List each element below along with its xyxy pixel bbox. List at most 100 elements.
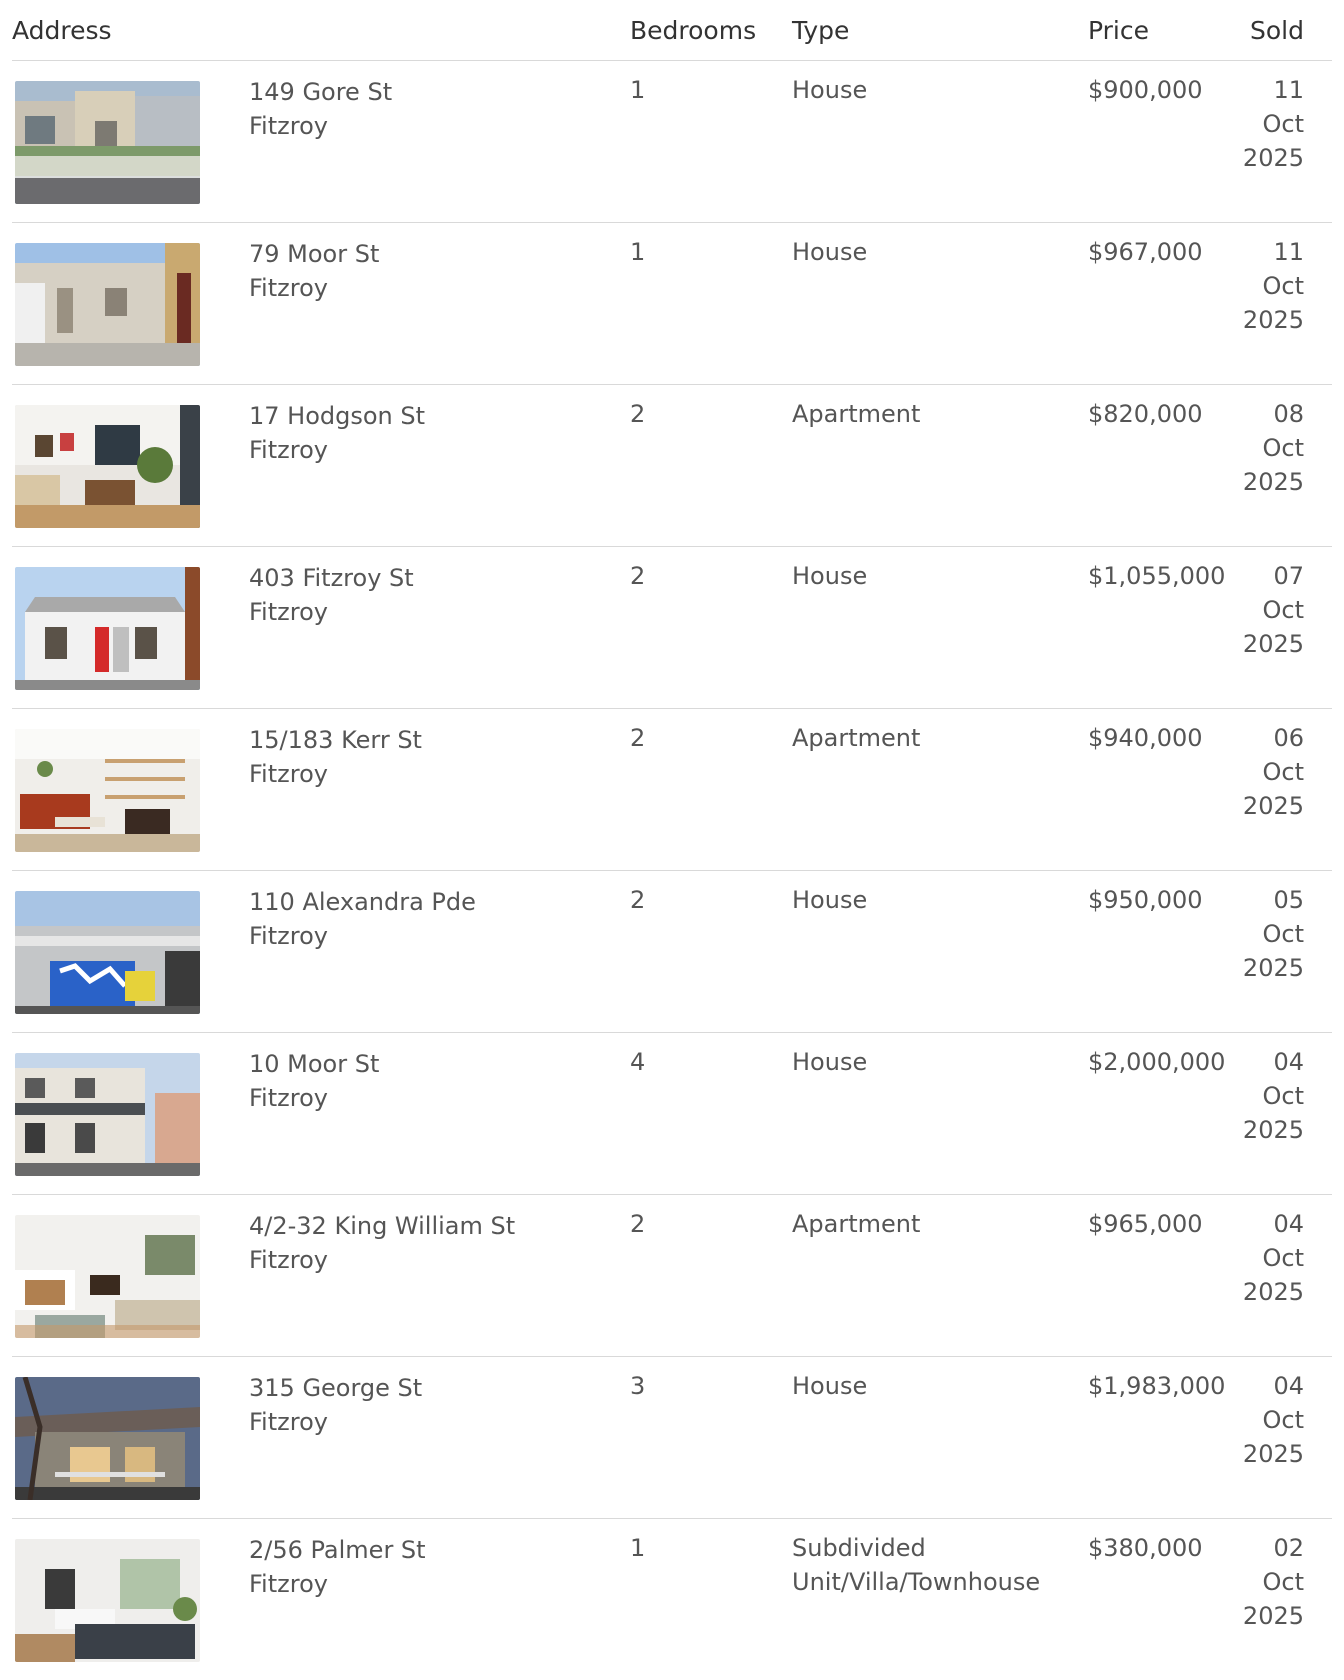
property-address[interactable]: 110 Alexandra Pde Fitzroy — [249, 885, 476, 953]
sold-date: 05 Oct 2025 — [1214, 883, 1304, 985]
sold-year: 2025 — [1242, 630, 1304, 658]
sold-month: Oct — [1262, 110, 1305, 138]
sold-month: Oct — [1262, 1406, 1305, 1434]
sale-price: $950,000 — [1088, 886, 1203, 914]
sold-year: 2025 — [1242, 306, 1304, 334]
property-address[interactable]: 79 Moor St Fitzroy — [249, 237, 379, 305]
property-photo[interactable] — [15, 729, 200, 852]
header-address[interactable]: Address — [12, 16, 112, 45]
table-row[interactable]: 315 George St Fitzroy 3 House $1,983,000… — [12, 1357, 1332, 1519]
sold-year: 2025 — [1242, 1278, 1304, 1306]
sold-day: 04 — [1273, 1372, 1304, 1400]
bedrooms-value: 1 — [630, 238, 646, 266]
suburb: Fitzroy — [249, 760, 328, 788]
header-type[interactable]: Type — [792, 16, 849, 45]
property-type: House — [792, 1372, 868, 1400]
property-photo[interactable] — [15, 567, 200, 690]
street-address: 15/183 Kerr St — [249, 726, 422, 754]
sold-date: 07 Oct 2025 — [1214, 559, 1304, 661]
sale-price: $2,000,000 — [1088, 1048, 1226, 1076]
suburb: Fitzroy — [249, 436, 328, 464]
sale-price: $380,000 — [1088, 1534, 1203, 1562]
table-row[interactable]: 79 Moor St Fitzroy 1 House $967,000 11 O… — [12, 223, 1332, 385]
property-photo[interactable] — [15, 405, 200, 528]
table-row[interactable]: 403 Fitzroy St Fitzroy 2 House $1,055,00… — [12, 547, 1332, 709]
bedrooms-value: 2 — [630, 1210, 646, 1238]
sold-day: 07 — [1273, 562, 1304, 590]
sale-price: $967,000 — [1088, 238, 1203, 266]
suburb: Fitzroy — [249, 112, 328, 140]
property-photo[interactable] — [15, 1377, 200, 1500]
sold-day: 08 — [1273, 400, 1304, 428]
street-address: 2/56 Palmer St — [249, 1536, 426, 1564]
sale-price: $965,000 — [1088, 1210, 1203, 1238]
sale-price: $1,055,000 — [1088, 562, 1226, 590]
sold-year: 2025 — [1242, 792, 1304, 820]
sold-year: 2025 — [1242, 954, 1304, 982]
property-address[interactable]: 17 Hodgson St Fitzroy — [249, 399, 425, 467]
sold-month: Oct — [1262, 920, 1305, 948]
sold-month: Oct — [1262, 1568, 1305, 1596]
bedrooms-value: 2 — [630, 886, 646, 914]
property-photo[interactable] — [15, 81, 200, 204]
property-address[interactable]: 2/56 Palmer St Fitzroy — [249, 1533, 426, 1601]
sold-day: 06 — [1273, 724, 1304, 752]
bedrooms-value: 2 — [630, 724, 646, 752]
sold-month: Oct — [1262, 758, 1305, 786]
sold-day: 02 — [1273, 1534, 1304, 1562]
bedrooms-value: 2 — [630, 562, 646, 590]
property-address[interactable]: 403 Fitzroy St Fitzroy — [249, 561, 414, 629]
property-address[interactable]: 315 George St Fitzroy — [249, 1371, 422, 1439]
property-address[interactable]: 4/2-32 King William St Fitzroy — [249, 1209, 515, 1277]
sold-year: 2025 — [1242, 1116, 1304, 1144]
sold-date: 08 Oct 2025 — [1214, 397, 1304, 499]
sold-date: 04 Oct 2025 — [1214, 1207, 1304, 1309]
table-row[interactable]: 15/183 Kerr St Fitzroy 2 Apartment $940,… — [12, 709, 1332, 871]
suburb: Fitzroy — [249, 1246, 328, 1274]
sold-month: Oct — [1262, 1082, 1305, 1110]
property-address[interactable]: 15/183 Kerr St Fitzroy — [249, 723, 422, 791]
property-photo[interactable] — [15, 891, 200, 1014]
table-row[interactable]: 2/56 Palmer St Fitzroy 1 Subdivided Unit… — [12, 1519, 1332, 1680]
street-address: 10 Moor St — [249, 1050, 380, 1078]
property-photo[interactable] — [15, 243, 200, 366]
street-address: 403 Fitzroy St — [249, 564, 414, 592]
table-row[interactable]: 149 Gore St Fitzroy 1 House $900,000 11 … — [12, 61, 1332, 223]
property-address[interactable]: 10 Moor St Fitzroy — [249, 1047, 379, 1115]
property-photo[interactable] — [15, 1215, 200, 1338]
property-type: House — [792, 1048, 868, 1076]
sale-price: $900,000 — [1088, 76, 1203, 104]
sale-price: $820,000 — [1088, 400, 1203, 428]
sold-year: 2025 — [1242, 1440, 1304, 1468]
sale-price: $940,000 — [1088, 724, 1203, 752]
header-sold[interactable]: Sold — [1250, 16, 1304, 45]
header-price[interactable]: Price — [1088, 16, 1149, 45]
header-bedrooms[interactable]: Bedrooms — [630, 16, 756, 45]
bedrooms-value: 1 — [630, 76, 646, 104]
suburb: Fitzroy — [249, 1084, 328, 1112]
sold-year: 2025 — [1242, 468, 1304, 496]
property-photo[interactable] — [15, 1539, 200, 1662]
property-type: Subdivided Unit/Villa/Townhouse — [792, 1534, 1041, 1596]
sold-date: 11 Oct 2025 — [1214, 73, 1304, 175]
property-type: House — [792, 886, 868, 914]
sold-day: 11 — [1273, 76, 1304, 104]
street-address: 110 Alexandra Pde — [249, 888, 476, 916]
property-type: House — [792, 238, 868, 266]
bedrooms-value: 1 — [630, 1534, 646, 1562]
sold-month: Oct — [1262, 434, 1305, 462]
sold-year: 2025 — [1242, 144, 1304, 172]
table-row[interactable]: 110 Alexandra Pde Fitzroy 2 House $950,0… — [12, 871, 1332, 1033]
property-photo[interactable] — [15, 1053, 200, 1176]
property-address[interactable]: 149 Gore St Fitzroy — [249, 75, 392, 143]
sold-date: 04 Oct 2025 — [1214, 1369, 1304, 1471]
property-type: Apartment — [792, 724, 921, 752]
bedrooms-value: 3 — [630, 1372, 646, 1400]
property-type: House — [792, 562, 868, 590]
street-address: 79 Moor St — [249, 240, 380, 268]
table-row[interactable]: 4/2-32 King William St Fitzroy 2 Apartme… — [12, 1195, 1332, 1357]
table-row[interactable]: 10 Moor St Fitzroy 4 House $2,000,000 04… — [12, 1033, 1332, 1195]
recent-sales-table: Address Bedrooms Type Price Sold 149 Gor… — [12, 0, 1332, 1680]
sold-month: Oct — [1262, 272, 1305, 300]
table-row[interactable]: 17 Hodgson St Fitzroy 2 Apartment $820,0… — [12, 385, 1332, 547]
